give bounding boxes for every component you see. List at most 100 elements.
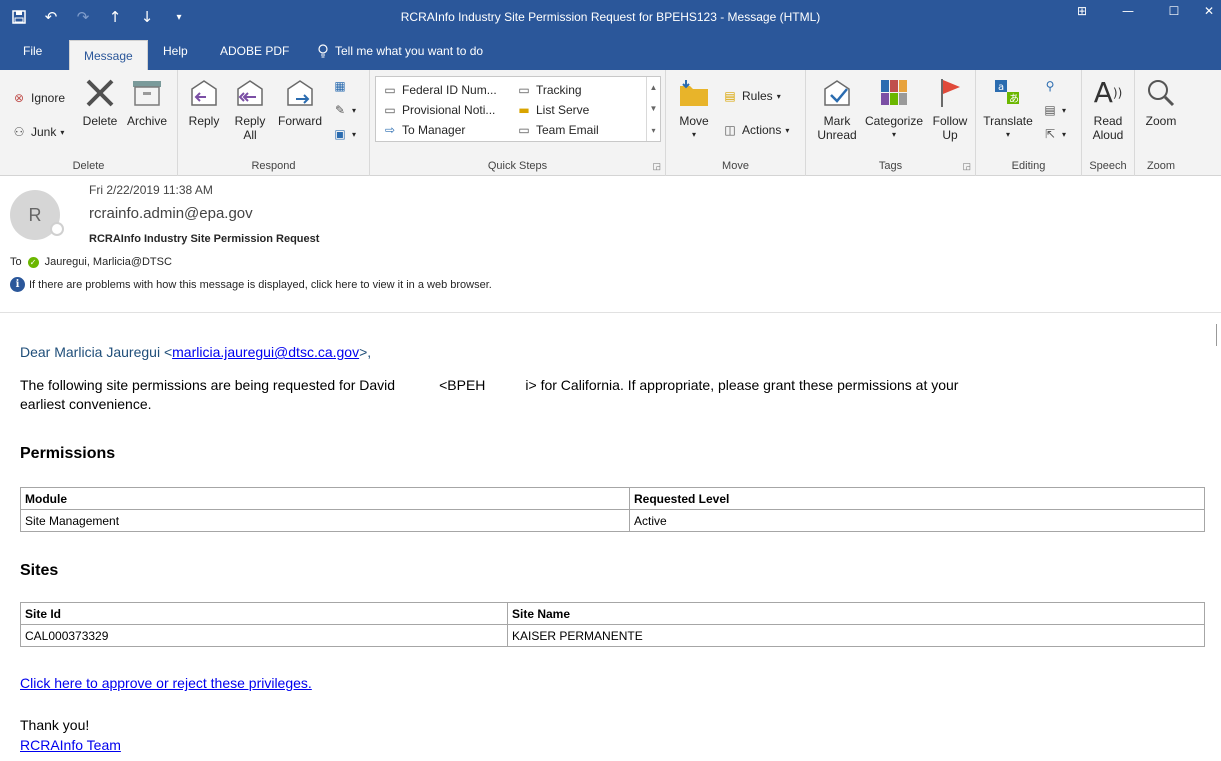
info-bar-text: If there are problems with how this mess… — [29, 278, 492, 291]
quick-steps-scrollbar[interactable]: ▲ ▼ ▾ — [646, 77, 660, 141]
editing-group-label: Editing — [1011, 160, 1046, 172]
scroll-down-icon[interactable]: ▼ — [650, 104, 658, 113]
more-icon[interactable]: ▾ — [651, 126, 655, 135]
permissions-table: Module Requested Level Site Management A… — [20, 487, 1205, 532]
sites-heading: Sites — [20, 562, 59, 579]
tags-group-label: Tags — [878, 160, 903, 172]
team-link[interactable]: RCRAInfo Team — [20, 737, 121, 753]
reply-icon — [187, 76, 221, 110]
maximize-button[interactable]: ☐ — [1151, 0, 1197, 22]
presence-indicator — [50, 222, 64, 236]
quick-step-label: To Manager — [402, 123, 466, 137]
email-link[interactable]: marlicia.jauregui@dtsc.ca.gov — [172, 344, 359, 360]
quick-step-icon: ▭ — [518, 123, 530, 137]
scrollbar[interactable] — [1216, 324, 1217, 346]
approve-reject-link[interactable]: Click here to approve or reject these pr… — [20, 675, 312, 691]
reply-button[interactable]: Reply — [186, 76, 222, 128]
categorize-icon — [877, 76, 911, 110]
tags-dialog-launcher-icon[interactable]: ◲ — [962, 161, 971, 172]
forward-label: Forward — [277, 114, 322, 128]
speech-group-label: Speech — [1089, 160, 1127, 172]
actions-icon: ◫ — [724, 123, 736, 137]
categorize-label: Categorize — [864, 114, 924, 128]
ribbon-display-options-icon[interactable]: ⊞ — [1059, 0, 1105, 22]
quick-step-team-email[interactable]: ▭ Team Email — [516, 122, 598, 138]
rules-button[interactable]: ▤ Rules ▾ — [722, 88, 780, 104]
delete-icon — [83, 76, 117, 110]
move-group: Move ▾ ▤ Rules ▾ ◫ Actions ▾ Move — [666, 70, 806, 176]
svg-text:a: a — [998, 82, 1004, 93]
presence-check-icon: ✓ — [27, 256, 39, 268]
close-button[interactable]: ✕ — [1197, 0, 1221, 22]
related-dropdown-icon: ▾ — [1062, 105, 1067, 115]
scroll-up-icon[interactable]: ▲ — [650, 83, 658, 92]
recipient-name[interactable]: Jauregui, Marlicia@DTSC — [45, 256, 172, 268]
quick-step-to-manager[interactable]: ⇨ To Manager — [382, 122, 465, 138]
move-folder-icon — [677, 76, 711, 110]
zoom-group: Zoom Zoom — [1135, 70, 1187, 176]
more-respond-button[interactable]: ▣ ▾ — [332, 126, 356, 142]
quick-step-list-serve[interactable]: ▬ List Serve — [516, 102, 589, 118]
ignore-button[interactable]: ⊗ Ignore — [11, 90, 65, 106]
tab-adobe-pdf[interactable]: ADOBE PDF — [220, 44, 289, 58]
move-label: Move — [679, 114, 709, 128]
related-icon: ▤ — [1044, 103, 1056, 117]
meeting-icon: ▦ — [334, 79, 346, 93]
move-button[interactable]: Move ▾ — [674, 76, 714, 142]
select-button[interactable]: ⇱ ▾ — [1042, 126, 1066, 142]
im-button[interactable]: ✎ ▾ — [332, 102, 356, 118]
lightbulb-icon — [318, 44, 328, 58]
junk-icon: ⚇ — [13, 125, 25, 139]
translate-button[interactable]: aあ Translate ▾ — [982, 76, 1034, 142]
mark-unread-icon — [820, 76, 854, 110]
more-respond-icon: ▣ — [334, 127, 346, 141]
junk-dropdown-icon: ▾ — [60, 127, 65, 137]
quick-step-federal-id[interactable]: ▭ Federal ID Num... — [382, 82, 496, 98]
tags-group: Mark Unread Categorize ▾ Follow Up Tags … — [806, 70, 976, 176]
follow-up-button[interactable]: Follow Up — [928, 76, 972, 142]
to-manager-icon: ⇨ — [384, 123, 396, 137]
read-aloud-label-2: Aloud — [1092, 128, 1124, 142]
minimize-button[interactable]: — — [1105, 0, 1151, 22]
sender-address[interactable]: rcrainfo.admin@epa.gov — [89, 205, 253, 222]
delete-button[interactable]: Delete — [80, 76, 120, 128]
info-bar[interactable]: i If there are problems with how this me… — [10, 277, 492, 292]
actions-button[interactable]: ◫ Actions ▾ — [722, 122, 789, 138]
tab-file[interactable]: File — [23, 44, 42, 58]
find-button[interactable]: ⚲ — [1042, 78, 1058, 94]
quick-step-icon: ▭ — [384, 103, 396, 117]
tab-message[interactable]: Message — [69, 40, 148, 70]
read-aloud-button[interactable]: A)) Read Aloud — [1086, 76, 1130, 143]
archive-button[interactable]: Archive — [124, 76, 170, 128]
archive-icon — [130, 76, 164, 110]
related-button[interactable]: ▤ ▾ — [1042, 102, 1066, 118]
quick-step-provisional[interactable]: ▭ Provisional Noti... — [382, 102, 495, 118]
dialog-launcher-icon[interactable]: ◲ — [652, 161, 661, 172]
header-divider — [0, 312, 1221, 313]
translate-label: Translate — [983, 114, 1033, 128]
junk-button[interactable]: ⚇ Junk ▾ — [11, 124, 65, 140]
quick-step-tracking[interactable]: ▭ Tracking — [516, 82, 581, 98]
tell-me-label: Tell me what you want to do — [335, 44, 484, 58]
translate-icon: aあ — [991, 76, 1025, 110]
quick-step-label: Provisional Noti... — [402, 103, 496, 117]
zoom-group-label: Zoom — [1146, 160, 1176, 172]
to-label: To — [10, 256, 22, 268]
para-part-2: <BPEH — [439, 377, 486, 393]
column-header: Module — [20, 487, 630, 510]
column-header: Requested Level — [629, 487, 1205, 510]
tab-help[interactable]: Help — [163, 44, 188, 58]
categorize-button[interactable]: Categorize ▾ — [862, 76, 926, 142]
reply-all-button[interactable]: Reply All — [230, 76, 270, 142]
meeting-button[interactable]: ▦ — [332, 78, 348, 94]
folder-icon: ▬ — [518, 103, 530, 117]
tell-me-search[interactable]: Tell me what you want to do — [317, 44, 483, 58]
ribbon: ⊗ Ignore ⚇ Junk ▾ Delete Archive Delete — [0, 70, 1221, 176]
forward-button[interactable]: Forward — [274, 76, 326, 128]
table-cell: Active — [629, 509, 1205, 532]
mark-unread-button[interactable]: Mark Unread — [814, 76, 860, 142]
sign-off: Thank you! — [20, 717, 90, 733]
table-cell: CAL000373329 — [20, 624, 508, 647]
zoom-button[interactable]: Zoom — [1139, 76, 1183, 128]
read-aloud-icon: A)) — [1093, 76, 1123, 109]
